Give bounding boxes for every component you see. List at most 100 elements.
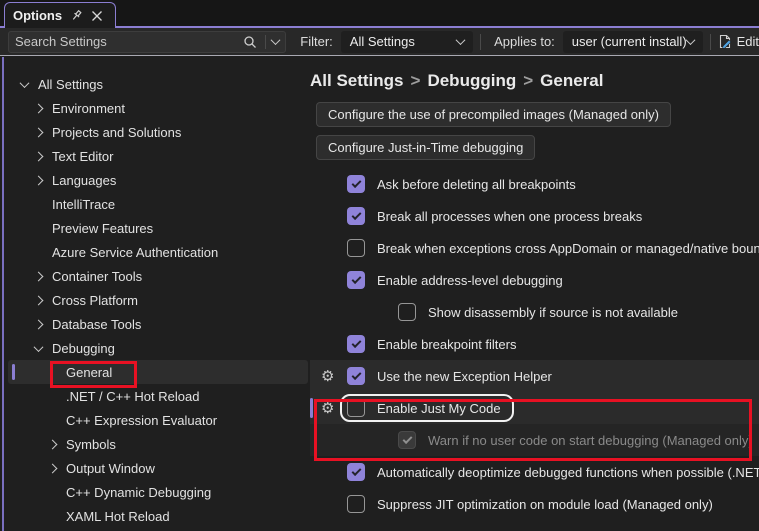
search-chevron-down-icon[interactable]	[270, 35, 281, 46]
edit-document-icon	[718, 34, 732, 49]
gear-icon[interactable]: ⚙	[321, 400, 334, 416]
settings-toolbar: Search Settings Filter: All Settings App…	[0, 28, 759, 56]
sidebar-item-languages[interactable]: Languages	[8, 168, 308, 192]
sidebar-item-label: XAML Hot Reload	[66, 508, 170, 524]
sidebar-item-label: Database Tools	[52, 316, 142, 332]
chevron-right-icon[interactable]	[47, 463, 58, 473]
gear-icon[interactable]: ⚙	[321, 368, 334, 384]
selected-indicator	[12, 364, 15, 380]
sidebar-item-label: Symbols	[66, 436, 116, 452]
sidebar-item-c-dynamic-debugging[interactable]: C++ Dynamic Debugging	[8, 480, 308, 504]
sidebar-item-label: C++ Dynamic Debugging	[66, 484, 212, 500]
chevron-right-icon[interactable]	[33, 151, 44, 161]
breadcrumb-separator: >	[523, 71, 534, 90]
chevron-down-icon	[685, 35, 696, 46]
setting-label: Enable Just My Code	[377, 400, 501, 416]
sidebar-item-general[interactable]: General	[8, 360, 308, 384]
setting-label: Show disassembly if source is not availa…	[428, 304, 679, 320]
sidebar-item-all-settings[interactable]: All Settings	[8, 72, 308, 96]
checkbox-enable-address-level-debugging[interactable]	[347, 271, 365, 289]
tab-title: Options	[13, 8, 63, 23]
sidebar-item-preview-features[interactable]: Preview Features	[8, 216, 308, 240]
setting-label: Ask before deleting all breakpoints	[377, 176, 576, 192]
checkbox-warn-if-no-user-code-on-start-	[398, 431, 416, 449]
chevron-right-icon[interactable]	[33, 271, 44, 281]
checkbox-ask-before-deleting-all-breakp[interactable]	[347, 175, 365, 193]
breadcrumb: All Settings > Debugging > General	[310, 71, 759, 91]
filter-dropdown[interactable]: All Settings	[340, 30, 474, 53]
sidebar-item-database-tools[interactable]: Database Tools	[8, 312, 308, 336]
chevron-right-icon[interactable]	[33, 175, 44, 185]
chevron-right-icon[interactable]	[47, 439, 58, 449]
breadcrumb-all-settings[interactable]: All Settings	[310, 71, 404, 90]
configure-jit-debugging-button[interactable]: Configure Just-in-Time debugging	[316, 135, 536, 160]
filter-value: All Settings	[349, 34, 415, 49]
checkbox-suppress-jit-optimization-on-m[interactable]	[347, 495, 365, 513]
sidebar-item-azure-service-authentication[interactable]: Azure Service Authentication	[8, 240, 308, 264]
toolbar-divider	[480, 33, 482, 50]
checkbox-automatically-deoptimize-debug[interactable]	[347, 463, 365, 481]
search-divider	[265, 34, 267, 49]
checkbox-use-the-new-exception-helper[interactable]	[347, 367, 365, 385]
breadcrumb-separator: >	[410, 71, 421, 90]
pin-icon[interactable]	[70, 9, 83, 22]
setting-row-enable-address-level-debugging: Enable address-level debugging	[310, 264, 759, 296]
checkbox-break-all-processes-when-one-p[interactable]	[347, 207, 365, 225]
search-input[interactable]: Search Settings	[8, 30, 287, 53]
sidebar-item-label: Environment	[52, 100, 125, 116]
setting-label: Warn if no user code on start debugging …	[428, 432, 753, 448]
sidebar-item-projects-and-solutions[interactable]: Projects and Solutions	[8, 120, 308, 144]
applies-to-label: Applies to:	[494, 34, 555, 49]
tab-options[interactable]: Options	[4, 2, 116, 28]
sidebar-item-container-tools[interactable]: Container Tools	[8, 264, 308, 288]
checkbox-enable-breakpoint-filters[interactable]	[347, 335, 365, 353]
sidebar-item-environment[interactable]: Environment	[8, 96, 308, 120]
sidebar-item-debugging[interactable]: Debugging	[8, 336, 308, 360]
sidebar-item-intellitrace[interactable]: IntelliTrace	[8, 192, 308, 216]
sidebar-item-xaml-hot-reload[interactable]: XAML Hot Reload	[8, 504, 308, 528]
sidebar-item-cross-platform[interactable]: Cross Platform	[8, 288, 308, 312]
setting-label: Break when exceptions cross AppDomain or…	[377, 240, 759, 256]
sidebar-item-label: IntelliTrace	[52, 196, 116, 212]
chevron-right-icon[interactable]	[33, 127, 44, 137]
sidebar-item-net-c-hot-reload[interactable]: .NET / C++ Hot Reload	[8, 384, 308, 408]
checkbox-break-when-exceptions-cross-ap[interactable]	[347, 239, 365, 257]
chevron-down-icon[interactable]	[33, 341, 44, 352]
setting-label: Break all processes when one process bre…	[377, 208, 643, 224]
settings-tree: All Settings Environment Projects and Solu…	[0, 57, 310, 531]
chevron-right-icon[interactable]	[33, 319, 44, 329]
sidebar-item-label: Debugging	[52, 340, 115, 356]
setting-row-enable-breakpoint-filters: Enable breakpoint filters	[310, 328, 759, 360]
settings-list: Ask before deleting all breakpoints Break…	[310, 168, 759, 520]
chevron-right-icon[interactable]	[33, 295, 44, 305]
sidebar-item-label: Projects and Solutions	[52, 124, 182, 140]
chevron-down-icon[interactable]	[19, 77, 30, 88]
checkbox-enable-just-my-code[interactable]	[347, 399, 365, 417]
checkbox-show-disassembly-if-source-is-[interactable]	[398, 303, 416, 321]
sidebar-item-label: Text Editor	[52, 148, 114, 164]
sidebar-item-c-expression-evaluator[interactable]: C++ Expression Evaluator	[8, 408, 308, 432]
sidebar-item-symbols[interactable]: Symbols	[8, 432, 308, 456]
setting-row-suppress-jit-optimization-on-module-load: Suppress JIT optimization on module load…	[310, 488, 759, 520]
applies-to-dropdown[interactable]: user (current install)	[562, 30, 703, 53]
configure-precompiled-images-button[interactable]: Configure the use of precompiled images …	[316, 102, 671, 127]
close-icon[interactable]	[91, 10, 103, 22]
setting-label: Automatically deoptimize debugged functi…	[377, 464, 759, 480]
breadcrumb-general: General	[540, 71, 604, 90]
sidebar-item-label: Output Window	[66, 460, 155, 476]
breadcrumb-debugging[interactable]: Debugging	[427, 71, 516, 90]
keyboard-focus-ring: Enable Just My Code	[340, 394, 514, 422]
window-accent-border	[2, 57, 4, 531]
edit-json-button[interactable]: Edit	[718, 34, 759, 49]
settings-panel: All Settings > Debugging > General Configure…	[310, 57, 759, 531]
sidebar-item-text-editor[interactable]: Text Editor	[8, 144, 308, 168]
sidebar-item-label: Preview Features	[52, 220, 154, 236]
chevron-right-icon[interactable]	[33, 103, 44, 113]
filter-label: Filter:	[300, 34, 333, 49]
setting-row-automatically-deoptimize-debugged-functi: Automatically deoptimize debugged functi…	[310, 456, 759, 488]
sidebar-item-label: Azure Service Authentication	[52, 244, 219, 260]
sidebar-item-label: .NET / C++ Hot Reload	[66, 388, 200, 404]
sidebar-item-output-window[interactable]: Output Window	[8, 456, 308, 480]
setting-label: Enable breakpoint filters	[377, 336, 517, 352]
search-icon[interactable]	[243, 35, 257, 49]
